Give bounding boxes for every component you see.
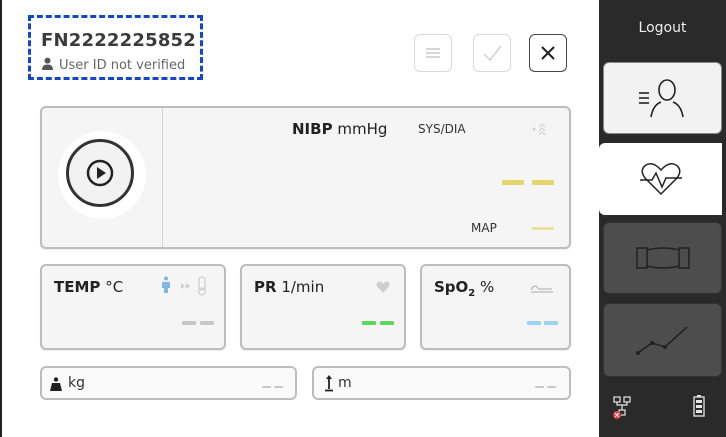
nibp-mode-icon — [531, 121, 549, 141]
user-status-text: User ID not verified — [59, 58, 186, 73]
spo2-sub: 2 — [468, 288, 476, 299]
nibp-card[interactable]: NIBP mmHg SYS/DIA MAP — [40, 106, 571, 249]
spo2-title: SpO2 % — [434, 278, 494, 299]
spo2-card[interactable]: SpO2 % — [420, 264, 571, 350]
tab-vitals[interactable] — [599, 143, 722, 215]
heart-monitor-icon — [639, 163, 682, 196]
navigation-sidebar: Logout — [599, 0, 726, 437]
tab-patient[interactable] — [603, 62, 722, 134]
user-icon — [41, 57, 54, 74]
confirm-button[interactable] — [473, 34, 511, 72]
list-button[interactable] — [414, 34, 452, 72]
temp-placeholder-2 — [200, 321, 214, 325]
play-icon — [86, 159, 114, 187]
temp-card[interactable]: TEMP °C — [40, 264, 226, 350]
weight-unit: kg — [68, 375, 85, 391]
trend-icon — [635, 326, 688, 355]
spo2-placeholder-1 — [527, 321, 541, 325]
nibp-sys-dia-label: SYS/DIA — [418, 122, 466, 136]
pr-placeholder-2 — [380, 321, 394, 325]
close-icon — [541, 46, 555, 60]
temp-unit: °C — [105, 278, 124, 296]
tab-trend[interactable] — [603, 303, 722, 377]
pr-card[interactable]: PR 1/min — [240, 264, 406, 350]
nibp-start-area — [42, 108, 163, 247]
height-placeholder-1 — [535, 386, 544, 388]
spo2-placeholder-2 — [544, 321, 558, 325]
thermometer-icon — [180, 276, 214, 300]
nibp-map-label: MAP — [471, 221, 497, 235]
nibp-title: NIBP mmHg — [292, 120, 387, 138]
user-status: User ID not verified — [41, 57, 185, 74]
temp-placeholder-1 — [182, 321, 196, 325]
weight-placeholder-1 — [262, 386, 271, 388]
tab-cuff[interactable] — [603, 222, 722, 294]
pleth-wave-icon — [530, 278, 554, 297]
cuff-icon — [635, 247, 690, 269]
nibp-unit: mmHg — [337, 120, 388, 138]
temp-mode-icon — [159, 276, 173, 298]
list-icon — [426, 48, 440, 58]
height-unit: m — [338, 375, 352, 391]
height-placeholder-2 — [547, 386, 556, 388]
network-error-icon — [613, 396, 633, 424]
temp-name: TEMP — [54, 278, 101, 296]
nibp-start-button[interactable] — [58, 131, 146, 219]
pr-placeholder-1 — [362, 321, 376, 325]
patient-header[interactable]: FN2222225852 User ID not verified — [28, 15, 203, 80]
nibp-map-placeholder — [532, 227, 554, 230]
nibp-sys-placeholder — [502, 180, 524, 185]
patient-id: FN2222225852 — [41, 30, 197, 51]
pr-name: PR — [254, 278, 277, 296]
weight-icon — [50, 376, 62, 395]
battery-icon — [693, 395, 705, 421]
check-icon — [483, 45, 502, 62]
temp-title: TEMP °C — [54, 278, 123, 296]
pr-unit: 1/min — [281, 278, 325, 296]
main-panel: FN2222225852 User ID not verified NIBP m… — [0, 0, 599, 437]
patient-list-icon — [638, 79, 684, 118]
spo2-name: SpO — [434, 278, 469, 296]
height-field[interactable]: m — [312, 366, 571, 400]
pr-title: PR 1/min — [254, 278, 324, 296]
weight-placeholder-2 — [274, 386, 283, 388]
logout-button[interactable]: Logout — [599, 20, 726, 36]
heart-icon — [376, 278, 390, 297]
close-button[interactable] — [529, 34, 567, 72]
spo2-unit: % — [480, 278, 495, 296]
weight-field[interactable]: kg — [40, 366, 297, 400]
nibp-name: NIBP — [292, 120, 333, 138]
height-icon — [324, 374, 334, 396]
nibp-dia-placeholder — [532, 180, 554, 185]
